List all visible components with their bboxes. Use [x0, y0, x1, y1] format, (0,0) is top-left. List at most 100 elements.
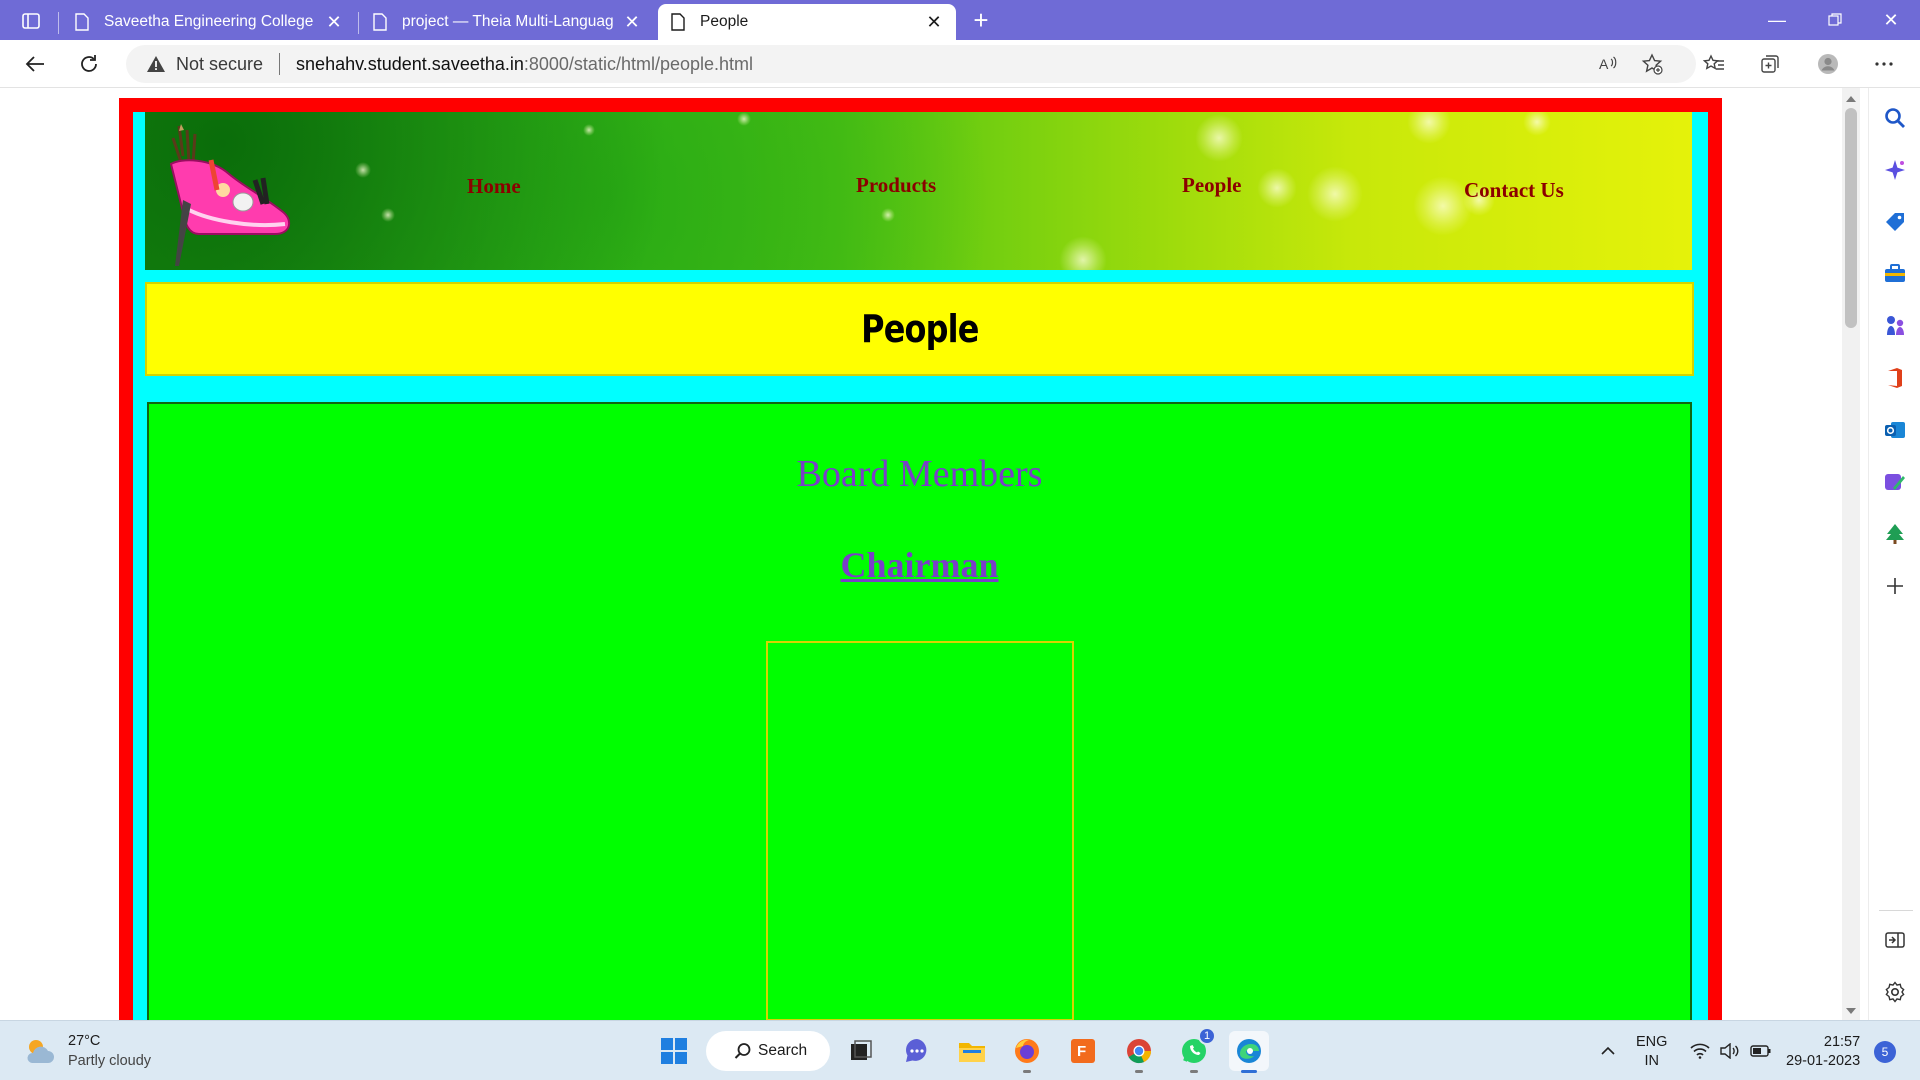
bokeh-light — [1407, 112, 1451, 144]
sidebar-designer-icon[interactable] — [1881, 468, 1909, 496]
warning-icon[interactable] — [146, 54, 166, 74]
sidebar-shopping-icon[interactable] — [1881, 208, 1909, 236]
running-indicator — [1135, 1070, 1143, 1073]
board-members-panel: Board Members Chairman — [147, 402, 1692, 1020]
sidebar-settings-icon[interactable] — [1881, 978, 1909, 1006]
reload-button[interactable] — [72, 48, 106, 80]
browser-toolbar: Not secure snehahv.student.saveetha.in:8… — [0, 40, 1920, 88]
sidebar-discover-icon[interactable] — [1881, 156, 1909, 184]
tab-people[interactable]: People ✕ — [658, 4, 956, 40]
windows-taskbar: 27°C Partly cloudy Search F 1 ENG IN 21:… — [0, 1020, 1920, 1080]
close-icon[interactable]: ✕ — [324, 12, 344, 32]
address-bar[interactable]: Not secure snehahv.student.saveetha.in:8… — [126, 45, 1696, 83]
scroll-up-icon[interactable] — [1846, 96, 1856, 102]
taskbar-chrome[interactable] — [1119, 1031, 1159, 1073]
bokeh-light — [583, 124, 595, 136]
back-arrow-icon — [25, 56, 44, 72]
chairman-photo-placeholder — [766, 641, 1074, 1020]
sidebar-search-icon[interactable] — [1881, 104, 1909, 132]
profile-avatar[interactable] — [1812, 48, 1844, 80]
bokeh-light — [881, 208, 895, 222]
minimize-button[interactable]: — — [1748, 0, 1806, 40]
system-clock[interactable]: 21:57 29-01-2023 — [1786, 1033, 1860, 1071]
back-button[interactable] — [18, 48, 52, 80]
taskbar-edge[interactable] — [1229, 1031, 1269, 1073]
page-icon — [75, 13, 89, 31]
sidebar-office-icon[interactable] — [1881, 364, 1909, 392]
whatsapp-badge: 1 — [1198, 1027, 1216, 1045]
search-label: Search — [758, 1042, 808, 1059]
url-path: :8000/static/html/people.html — [523, 53, 754, 74]
clock-time: 21:57 — [1823, 1034, 1861, 1050]
reload-icon — [81, 55, 97, 72]
taskbar-fusion360[interactable]: F — [1063, 1031, 1103, 1071]
security-label[interactable]: Not secure — [176, 54, 263, 75]
nav-contact-link[interactable]: Contact Us — [1464, 178, 1564, 203]
scroll-down-icon[interactable] — [1846, 1008, 1856, 1014]
nav-products-link[interactable]: Products — [856, 173, 936, 198]
close-icon[interactable]: ✕ — [622, 12, 642, 32]
tab-separator — [358, 12, 359, 34]
bokeh-light — [355, 162, 371, 178]
active-indicator — [1241, 1070, 1257, 1073]
search-icon — [734, 1043, 751, 1059]
bokeh-light — [1195, 114, 1243, 162]
svg-text:A: A — [1599, 56, 1609, 72]
scroll-thumb[interactable] — [1845, 108, 1857, 328]
sidebar-games-icon[interactable] — [1881, 312, 1909, 340]
clock-date: 29-01-2023 — [1786, 1053, 1861, 1069]
page-scrollbar[interactable] — [1842, 88, 1860, 1020]
tab-saveetha[interactable]: Saveetha Engineering College ✕ — [62, 4, 356, 40]
language-indicator[interactable]: ENG IN — [1636, 1033, 1667, 1071]
taskbar-firefox[interactable] — [1007, 1031, 1047, 1073]
more-menu-icon[interactable] — [1868, 48, 1900, 80]
restore-button[interactable] — [1806, 0, 1864, 40]
taskbar-file-explorer[interactable] — [952, 1031, 992, 1071]
task-view-icon — [851, 1040, 872, 1060]
running-indicator — [1190, 1070, 1198, 1073]
tab-theia[interactable]: project — Theia Multi-Language ✕ — [360, 4, 654, 40]
page-title: People — [860, 307, 979, 351]
nav-people-link[interactable]: People — [1182, 173, 1241, 198]
sidebar-add-icon[interactable] — [1881, 572, 1909, 600]
taskbar-task-view[interactable] — [840, 1031, 880, 1071]
tab-separator — [58, 12, 59, 34]
shoe-logo-icon — [169, 124, 291, 266]
sidebar-outlook-icon[interactable] — [1881, 416, 1909, 444]
nav-home-link[interactable]: Home — [467, 174, 521, 199]
bokeh-light — [1523, 112, 1551, 136]
tab-actions-icon[interactable] — [14, 8, 48, 34]
taskbar-search[interactable]: Search — [706, 1031, 830, 1071]
sidebar-tree-icon[interactable] — [1881, 520, 1909, 548]
chairman-heading: Chairman — [840, 545, 999, 585]
show-hidden-icons[interactable] — [1600, 1021, 1616, 1080]
tab-title: Saveetha Engineering College — [104, 13, 314, 30]
running-indicator — [1023, 1070, 1031, 1073]
add-favorite-icon[interactable] — [1636, 48, 1668, 80]
sidebar-tools-icon[interactable] — [1881, 260, 1909, 288]
read-aloud-icon[interactable]: A — [1592, 48, 1624, 80]
weather-widget[interactable]: 27°C Partly cloudy — [22, 1031, 151, 1071]
taskbar-teams-chat[interactable] — [897, 1031, 937, 1071]
collections-icon[interactable] — [1754, 48, 1786, 80]
outer-red-border: Home Products People Contact Us People B… — [119, 98, 1722, 1020]
notification-badge[interactable]: 5 — [1874, 1041, 1896, 1063]
new-tab-button[interactable]: + — [966, 5, 996, 35]
close-icon[interactable]: ✕ — [924, 12, 944, 32]
taskbar-whatsapp[interactable]: 1 — [1174, 1027, 1216, 1073]
sidebar-hide-icon[interactable] — [1881, 926, 1909, 954]
edge-icon — [1237, 1039, 1261, 1063]
partly-cloudy-icon — [27, 1040, 54, 1063]
inner-cyan-container: Home Products People Contact Us People B… — [133, 112, 1708, 1020]
close-window-button[interactable]: ✕ — [1862, 0, 1920, 40]
sidebar-divider — [1879, 910, 1913, 911]
bokeh-light — [737, 112, 751, 126]
page-viewport: Home Products People Contact Us People B… — [0, 88, 1842, 1020]
battery-icon[interactable] — [1750, 1021, 1772, 1080]
board-members-heading: Board Members — [796, 453, 1043, 495]
favorites-icon[interactable] — [1698, 48, 1730, 80]
start-button[interactable] — [654, 1031, 694, 1071]
wifi-icon[interactable] — [1690, 1021, 1710, 1080]
chrome-icon — [1127, 1039, 1152, 1064]
volume-icon[interactable] — [1719, 1021, 1739, 1080]
